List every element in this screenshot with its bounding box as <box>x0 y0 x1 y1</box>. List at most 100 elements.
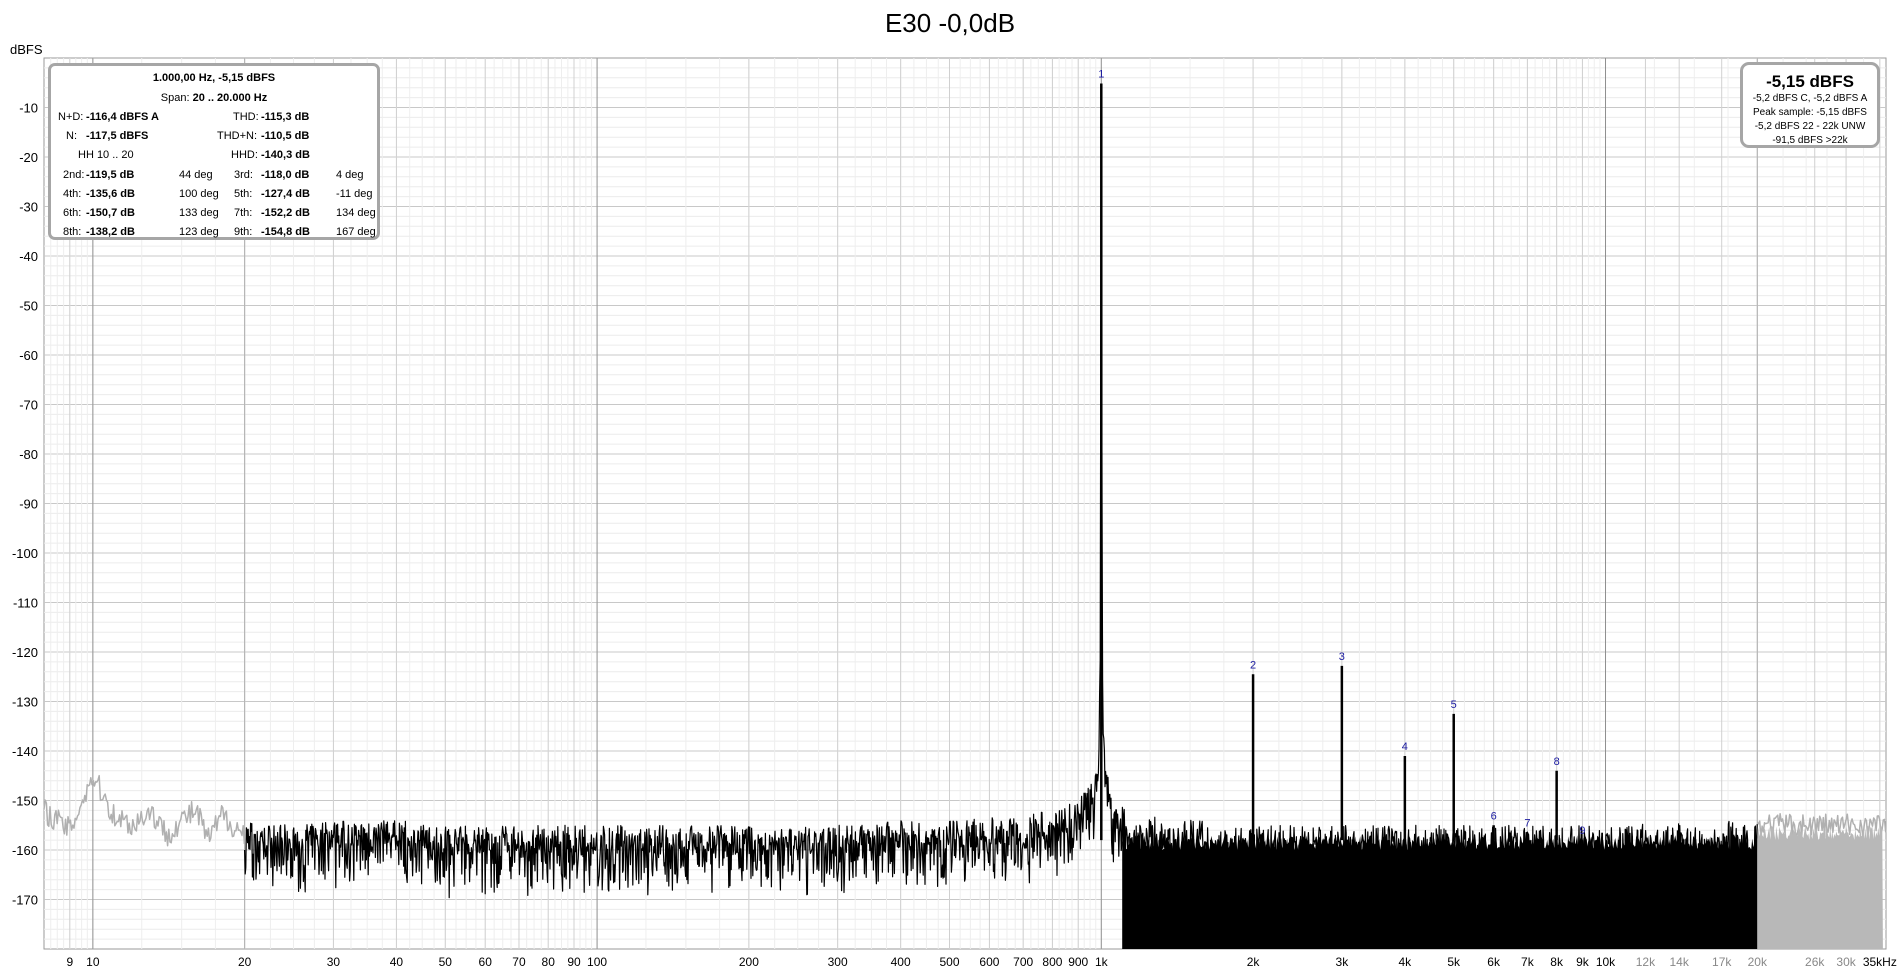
harmonic-marker: 2 <box>1250 659 1256 671</box>
hhd-label: HHD: <box>231 149 258 161</box>
harmonic-marker: 3 <box>1339 651 1345 663</box>
n-label: N: <box>66 130 77 142</box>
y-tick-label: -100 <box>12 546 38 561</box>
harmonic-label: 2nd: <box>63 169 85 181</box>
y-tick-label: -140 <box>12 744 38 759</box>
y-tick-label: -150 <box>12 794 38 809</box>
y-tick-label: -20 <box>19 150 38 165</box>
y-tick-label: -160 <box>12 843 38 858</box>
harmonic-phase: -11 deg <box>336 188 373 200</box>
x-tick-label: 50 <box>439 955 453 969</box>
x-tick-label: 1k <box>1095 955 1109 969</box>
span-value: 20 .. 20.000 Hz <box>192 92 268 104</box>
x-tick-label: 40 <box>390 955 404 969</box>
y-tick-label: -170 <box>12 893 38 908</box>
x-tick-label: 7k <box>1521 955 1535 969</box>
x-tick-label: 10k <box>1596 955 1616 969</box>
y-tick-label: -130 <box>12 695 38 710</box>
y-tick-label: -10 <box>19 101 38 116</box>
x-tick-label: 60 <box>479 955 493 969</box>
x-tick-label: 12k <box>1636 955 1656 969</box>
harmonic-marker: 9 <box>1579 825 1585 837</box>
x-tick-label: 14k <box>1670 955 1690 969</box>
harmonic-phase: 123 deg <box>179 226 219 238</box>
y-tick-label: -40 <box>19 249 38 264</box>
x-tick-label: 90 <box>567 955 581 969</box>
hh-label: HH 10 .. 20 <box>78 149 134 161</box>
x-tick-label: 900 <box>1068 955 1088 969</box>
x-tick-label: 600 <box>979 955 999 969</box>
ultrasonic-noise-fill <box>1757 825 1883 949</box>
thd-value: -115,3 dB <box>261 111 310 123</box>
harmonic-label: 7th: <box>234 207 253 219</box>
harmonic-marker: 1 <box>1098 68 1104 80</box>
x-tick-label: 100 <box>587 955 607 969</box>
x-tick-label: 500 <box>939 955 959 969</box>
harmonic-label: 4th: <box>63 188 82 200</box>
level-line: -5,2 dBFS C, -5,2 dBFS A <box>1752 93 1868 104</box>
harmonic-marker: 4 <box>1402 741 1408 753</box>
harmonic-marker: 7 <box>1524 818 1530 830</box>
level-line: -91,5 dBFS >22k <box>1772 135 1848 146</box>
harmonic-phase: 133 deg <box>179 207 219 219</box>
thdn-value: -110,5 dB <box>261 130 310 142</box>
span-readout: Span: 20 .. 20.000 Hz <box>51 92 377 104</box>
harmonic-level: -127,4 dB <box>261 188 310 200</box>
harmonic-label: 3rd: <box>234 169 253 181</box>
x-tick-label: 35kHz <box>1863 955 1897 969</box>
x-tick-label: 80 <box>542 955 556 969</box>
y-tick-label: -50 <box>19 299 38 314</box>
harmonic-label: 8th: <box>63 226 82 238</box>
harmonic-level: -118,0 dB <box>261 169 310 181</box>
x-tick-label: 70 <box>512 955 526 969</box>
x-tick-label: 3k <box>1336 955 1350 969</box>
level-line: Peak sample: -5,15 dBFS <box>1753 107 1867 118</box>
x-tick-label: 800 <box>1042 955 1062 969</box>
x-tick-label: 20 <box>238 955 252 969</box>
span-label: Span: <box>160 92 190 104</box>
thdn-label: THD+N: <box>217 130 258 142</box>
level-main: -5,15 dBFS <box>1766 72 1854 91</box>
x-tick-label: 30 <box>327 955 341 969</box>
x-tick-label: 17k <box>1712 955 1732 969</box>
harmonic-level: -150,7 dB <box>86 207 135 219</box>
x-tick-label: 6k <box>1487 955 1501 969</box>
y-tick-label: -90 <box>19 497 38 512</box>
x-tick-label: 5k <box>1447 955 1461 969</box>
thd-label: THD: <box>233 111 259 123</box>
y-tick-label: -30 <box>19 200 38 215</box>
n-value: -117,5 dBFS <box>86 130 149 142</box>
harmonic-level: -152,2 dB <box>261 207 310 219</box>
x-tick-label: 26k <box>1805 955 1825 969</box>
x-tick-label: 4k <box>1399 955 1413 969</box>
harmonic-phase: 4 deg <box>336 169 364 181</box>
harmonic-label: 6th: <box>63 207 82 219</box>
x-tick-label: 2k <box>1247 955 1261 969</box>
x-tick-label: 700 <box>1013 955 1033 969</box>
level-box: -5,15 dBFS -5,2 dBFS C, -5,2 dBFS A Peak… <box>1740 62 1880 148</box>
fundamental-readout: 1.000,00 Hz, -5,15 dBFS <box>152 72 276 84</box>
chart-root: E30 -0,0dB dBFS -10 -20 -30 -40 -50 -60 -70 -80… <box>0 0 1900 969</box>
x-tick-label: 200 <box>739 955 759 969</box>
harmonic-marker: 5 <box>1451 699 1457 711</box>
x-tick-label: 30k <box>1836 955 1856 969</box>
nd-value: -116,4 dBFS A <box>86 111 159 123</box>
harmonic-level: -135,6 dB <box>86 188 135 200</box>
y-tick-label: -70 <box>19 398 38 413</box>
harmonic-phase: 134 deg <box>336 207 376 219</box>
harmonic-phase: 100 deg <box>179 188 219 200</box>
harmonic-label: 5th: <box>234 188 253 200</box>
x-tick-label: 20k <box>1748 955 1768 969</box>
harmonic-phase: 44 deg <box>179 169 213 181</box>
y-tick-label: -80 <box>19 447 38 462</box>
harmonic-phase: 167 deg <box>336 226 376 238</box>
harmonic-level: -138,2 dB <box>86 226 135 238</box>
y-tick-label: -110 <box>13 596 38 611</box>
x-tick-label: 9 <box>66 955 73 969</box>
x-tick-label: 8k <box>1550 955 1564 969</box>
x-tick-label: 9k <box>1576 955 1590 969</box>
x-tick-label: 400 <box>891 955 911 969</box>
y-tick-label: -60 <box>19 348 38 363</box>
harmonic-level: -154,8 dB <box>261 226 310 238</box>
level-line: -5,2 dBFS 22 - 22k UNW <box>1754 121 1866 132</box>
